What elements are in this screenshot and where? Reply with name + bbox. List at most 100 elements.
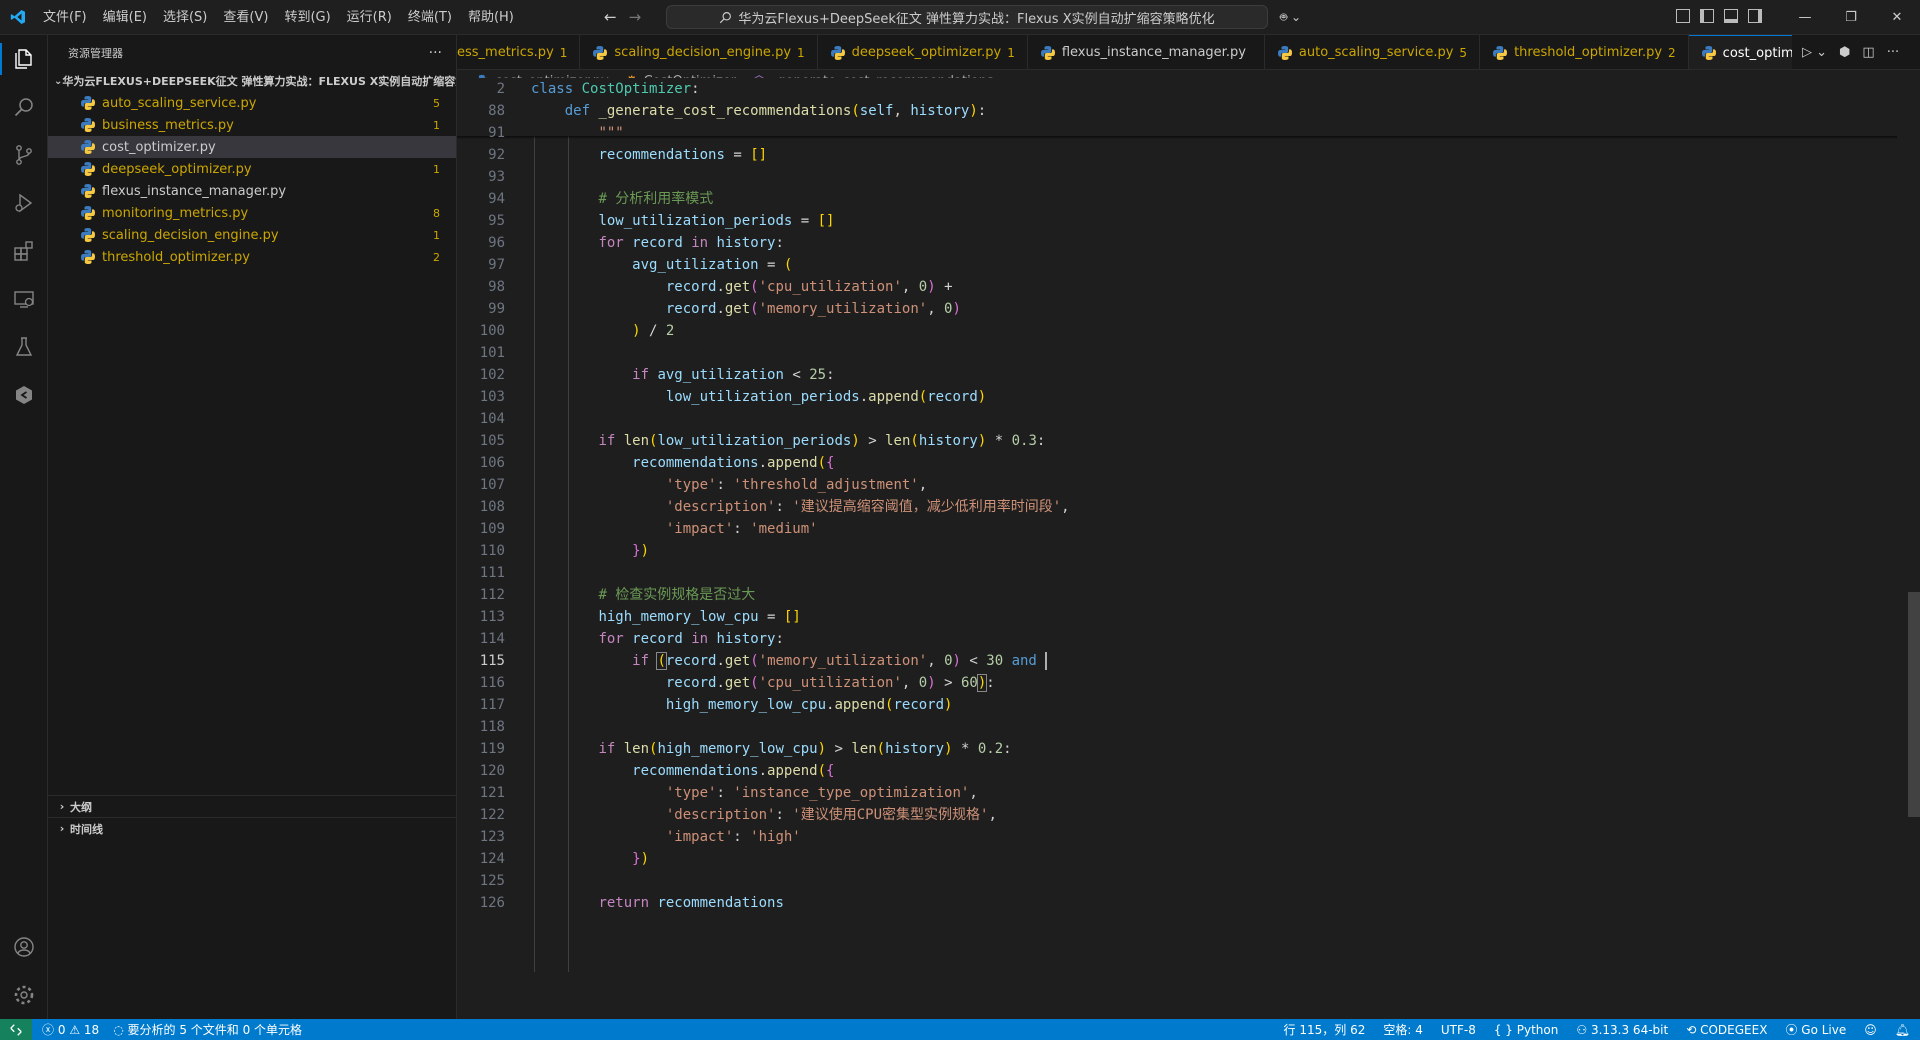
code-text: low_utilization_periods.append(record) <box>665 389 987 405</box>
problem-count-badge: 1 <box>433 118 440 132</box>
toggle-panel-icon[interactable] <box>1724 9 1738 23</box>
code-line: 117 high_memory_low_cpu.append(record) <box>457 694 1897 716</box>
file-item[interactable]: threshold_optimizer.py 2 <box>48 246 456 268</box>
file-item[interactable]: deepseek_optimizer.py 1 <box>48 158 456 180</box>
file-name: auto_scaling_service.py <box>102 95 257 111</box>
activity-bar <box>0 35 48 1019</box>
file-item[interactable]: cost_optimizer.py <box>48 136 456 158</box>
scrollbar-thumb[interactable] <box>1908 592 1920 817</box>
more-actions-icon[interactable]: ··· <box>1887 45 1899 60</box>
more-actions-icon[interactable]: ··· <box>429 45 442 61</box>
line-number: 88 <box>488 103 505 119</box>
file-item[interactable]: flexus_instance_manager.py <box>48 180 456 202</box>
menu-item[interactable]: 转到(G) <box>276 0 338 35</box>
language-label: Python <box>1516 1022 1559 1037</box>
menu-item[interactable]: 帮助(H) <box>460 0 522 35</box>
outline-section[interactable]: › 大纲 <box>48 795 456 817</box>
golive-button[interactable]: ⦿ Go Live <box>1785 1021 1846 1038</box>
menu-item[interactable]: 选择(S) <box>155 0 215 35</box>
testing-icon[interactable] <box>0 323 48 371</box>
indentation[interactable]: 空格: 4 <box>1383 1021 1423 1038</box>
code-line: 111 <box>457 562 1897 584</box>
code-line: 120 recommendations.append({ <box>457 760 1897 782</box>
python-file-icon <box>81 162 95 176</box>
activity-bottom <box>0 923 48 1019</box>
line-number: 108 <box>479 499 505 515</box>
file-name: cost_optimizer.py <box>102 139 216 155</box>
problem-count-badge: 8 <box>433 206 440 220</box>
copilot-icon[interactable]: 🤖︎ ⌄ <box>1280 9 1301 26</box>
source-control-icon[interactable] <box>0 131 48 179</box>
file-name: deepseek_optimizer.py <box>102 161 252 177</box>
customize-layout-icon[interactable] <box>1676 9 1690 23</box>
remote-indicator-icon[interactable] <box>0 1019 32 1040</box>
file-name: monitoring_metrics.py <box>102 205 249 221</box>
problems-indicator[interactable]: ⓧ 0 ⚠ 18 <box>42 1021 99 1038</box>
editor-tab[interactable]: scaling_decision_engine.py 1 <box>580 35 818 69</box>
code-line: 125 <box>457 870 1897 892</box>
minimize-icon[interactable]: — <box>1782 0 1828 35</box>
explorer-icon[interactable] <box>0 35 48 83</box>
encoding[interactable]: UTF-8 <box>1441 1023 1476 1037</box>
workspace-folder[interactable]: ⌄ 华为云FLEXUS+DEEPSEEK征文 弹性算力实战：FLEXUS X实例… <box>48 70 456 92</box>
code-editor[interactable]: 2 class CostOptimizer: 88 def _generate_co… <box>457 78 1920 1019</box>
timeline-section[interactable]: › 时间线 <box>48 817 456 839</box>
file-item[interactable]: monitoring_metrics.py 8 <box>48 202 456 224</box>
line-number: 121 <box>479 785 505 801</box>
workspace-folder-label: 华为云FLEXUS+DEEPSEEK征文 弹性算力实战：FLEXUS X实例自动… <box>62 75 456 88</box>
toggle-secondary-sidebar-icon[interactable] <box>1748 9 1762 23</box>
file-item[interactable]: business_metrics.py 1 <box>48 114 456 136</box>
problem-count-badge: 1 <box>433 228 440 242</box>
chevron-right-icon: › <box>59 822 65 835</box>
interpreter-selector[interactable]: ⚇ 3.13.3 64-bit <box>1576 1023 1668 1037</box>
forward-arrow-icon[interactable]: → <box>629 8 642 26</box>
editor-tab[interactable]: auto_scaling_service.py 5 <box>1265 35 1481 69</box>
codegeex-icon[interactable] <box>0 371 48 419</box>
file-item[interactable]: auto_scaling_service.py 5 <box>48 92 456 114</box>
editor-tab[interactable]: ess_metrics.py 1 <box>457 35 581 69</box>
restore-icon[interactable]: ❐ <box>1828 0 1874 35</box>
explorer-title: 资源管理器 <box>68 46 123 60</box>
timeline-label: 时间线 <box>70 822 103 836</box>
cursor-position[interactable]: 行 115，列 62 <box>1284 1021 1366 1038</box>
file-item[interactable]: scaling_decision_engine.py 1 <box>48 224 456 246</box>
analysis-status[interactable]: ◌ 要分析的 5 个文件和 0 个单元格 <box>113 1021 302 1038</box>
python-file-icon <box>81 206 95 220</box>
file-name: flexus_instance_manager.py <box>102 183 287 199</box>
extensions-icon[interactable] <box>0 227 48 275</box>
editor-tab[interactable]: deepseek_optimizer.py 1 <box>818 35 1028 69</box>
code-line: 100 ) / 2 <box>457 320 1897 342</box>
menu-item[interactable]: 终端(T) <box>400 0 460 35</box>
menu-item[interactable]: 文件(F) <box>35 0 95 35</box>
menu-item[interactable]: 运行(R) <box>339 0 400 35</box>
settings-gear-icon[interactable] <box>0 971 48 1019</box>
split-editor-icon[interactable]: ◫ <box>1862 45 1874 60</box>
back-arrow-icon[interactable]: ← <box>604 8 617 26</box>
close-window-icon[interactable]: ✕ <box>1874 0 1920 35</box>
remote-explorer-icon[interactable] <box>0 275 48 323</box>
editor-tab[interactable]: threshold_optimizer.py 2 <box>1480 35 1689 69</box>
vscode-logo-icon[interactable] <box>0 0 35 35</box>
run-debug-icon[interactable] <box>0 179 48 227</box>
editor-tab[interactable]: flexus_instance_manager.py <box>1028 35 1265 69</box>
codegeex-status[interactable]: ⟲ CODEGEEX <box>1686 1023 1767 1037</box>
code-text: # 检查实例规格是否过大 <box>598 587 756 603</box>
codegeex-action-icon[interactable]: ⬢ <box>1839 45 1850 60</box>
editor-scrollbar[interactable] <box>1906 92 1920 1019</box>
braces-icon: { } <box>1493 1022 1513 1037</box>
notifications-bell-icon[interactable]: 🔔︎ <box>1895 1023 1910 1037</box>
copilot-status-icon[interactable]: ☺ <box>1864 1023 1877 1037</box>
menu-item[interactable]: 查看(V) <box>215 0 276 35</box>
search-icon[interactable] <box>0 83 48 131</box>
toggle-primary-sidebar-icon[interactable] <box>1700 9 1714 23</box>
accounts-icon[interactable] <box>0 923 48 971</box>
line-number: 126 <box>479 895 505 911</box>
code-line: 126 return recommendations <box>457 892 1897 914</box>
run-file-icon[interactable]: ▷ ⌄ <box>1802 45 1827 60</box>
language-mode[interactable]: { } Python <box>1494 1023 1559 1037</box>
code-text: low_utilization_periods = [] <box>598 213 835 229</box>
code-text: recommendations.append({ <box>632 763 835 779</box>
line-number: 114 <box>479 631 505 647</box>
command-center-search[interactable]: 华为云Flexus+DeepSeek征文 弹性算力实战：Flexus X实例自动… <box>666 5 1268 29</box>
menu-item[interactable]: 编辑(E) <box>95 0 155 35</box>
